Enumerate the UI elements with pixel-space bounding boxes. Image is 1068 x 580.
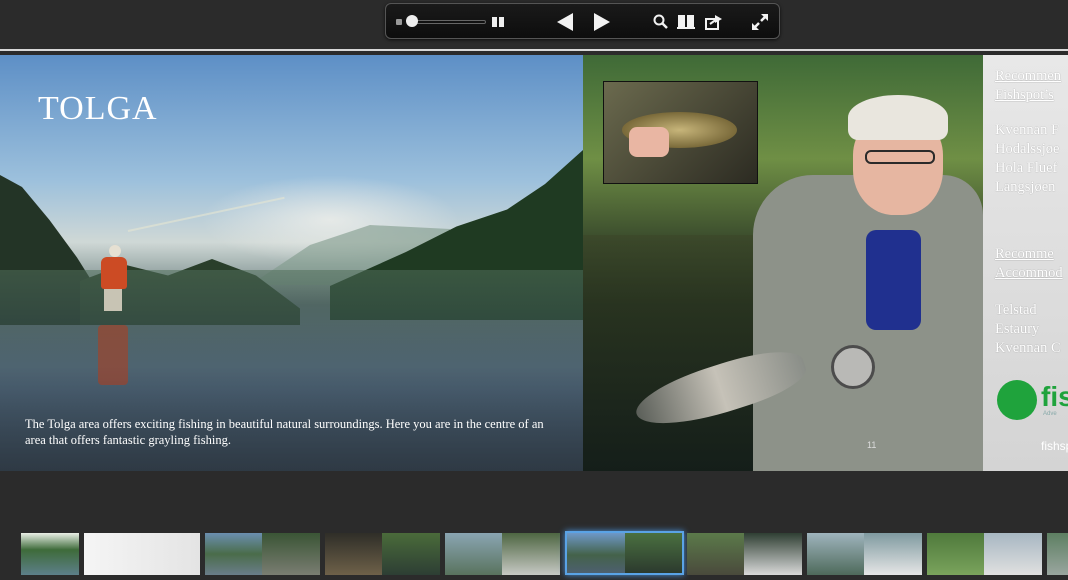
zoom-slider[interactable] bbox=[408, 20, 486, 24]
page-caption: The Tolga area offers exciting fishing i… bbox=[25, 417, 544, 447]
thumbnail-page-current[interactable] bbox=[565, 531, 684, 575]
angler-shirt bbox=[866, 230, 921, 330]
fullscreen-icon[interactable] bbox=[750, 12, 770, 32]
hand bbox=[629, 127, 669, 157]
thumbnail-page[interactable] bbox=[687, 533, 802, 575]
thumbnail-page[interactable] bbox=[205, 533, 320, 575]
angler-cap bbox=[848, 95, 948, 140]
next-page-icon[interactable] bbox=[591, 11, 613, 33]
prev-page-icon[interactable] bbox=[554, 11, 576, 33]
page-title: TOLGA bbox=[38, 90, 158, 127]
glasses bbox=[865, 150, 935, 164]
right-page-photo[interactable]: 11 bbox=[583, 55, 983, 471]
thumbnail-page[interactable] bbox=[325, 533, 440, 575]
fishing-reel bbox=[831, 345, 875, 389]
thumbnail-page[interactable] bbox=[84, 533, 200, 575]
angler-figure bbox=[98, 245, 128, 315]
website-text: fishsp bbox=[1041, 439, 1068, 453]
recommended-fishspots-link-2[interactable]: Fishspot’s bbox=[995, 86, 1054, 105]
fishspot-item: Hodalssjøe bbox=[995, 141, 1060, 157]
share-icon[interactable] bbox=[704, 13, 724, 31]
book-icon[interactable] bbox=[676, 13, 696, 31]
angler-reflection bbox=[98, 325, 128, 385]
accommodation-item: Telstad bbox=[995, 302, 1037, 318]
zoom-slider-handle[interactable] bbox=[406, 15, 418, 27]
fishspot-item: Langsjøen bbox=[995, 179, 1056, 195]
search-icon[interactable] bbox=[652, 13, 670, 31]
recommended-accommodation-link-2[interactable]: Accommod bbox=[995, 264, 1063, 283]
thumbnail-page[interactable] bbox=[445, 533, 560, 575]
recommended-accommodation-link-1[interactable]: Recomme bbox=[995, 245, 1054, 264]
fishspot-logo-text: fis bbox=[1041, 381, 1068, 412]
thumbnail-strip bbox=[0, 530, 1068, 578]
zoom-min-icon bbox=[396, 19, 402, 25]
accommodation-item: Kvennan C bbox=[995, 340, 1061, 356]
trout-inset-photo bbox=[603, 81, 758, 184]
fishspot-logo-icon bbox=[997, 380, 1037, 420]
fishspot-item: Kvennan F bbox=[995, 122, 1060, 138]
accommodation-item: Estaury bbox=[995, 321, 1040, 337]
logo-tagline: Adve bbox=[1043, 411, 1057, 417]
recommended-fishspots-link-1[interactable]: Recommen bbox=[995, 67, 1061, 86]
thumbnail-page[interactable] bbox=[21, 533, 79, 575]
toolbar-divider bbox=[0, 49, 1068, 51]
viewer-toolbar bbox=[385, 3, 780, 39]
side-info-page[interactable]: Recommen Fishspot’s Kvennan F Hodalssjøe… bbox=[983, 55, 1068, 471]
thumbnail-page[interactable] bbox=[1047, 533, 1068, 575]
page-number: 11 bbox=[867, 440, 877, 450]
fishspot-item: Hola Fluef bbox=[995, 160, 1058, 176]
thumbnail-page[interactable] bbox=[807, 533, 922, 575]
page-grid-icon[interactable] bbox=[492, 17, 504, 27]
thumbnail-page[interactable] bbox=[927, 533, 1042, 575]
